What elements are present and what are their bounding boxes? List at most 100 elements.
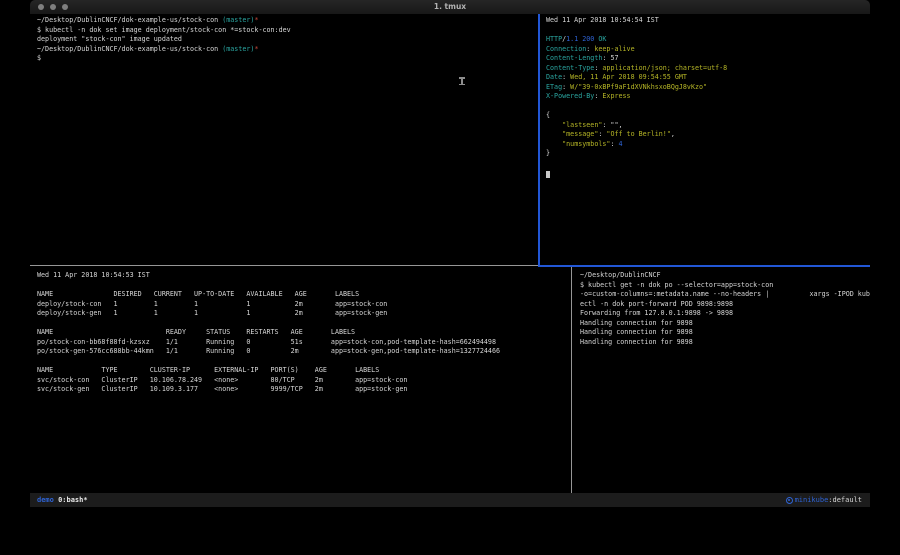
status-left: demo 0:bash* xyxy=(37,493,88,507)
terminal-line: po/stock-con-bb68f88fd-kzsxz 1/1 Running… xyxy=(37,338,571,348)
terminal-text-segment: Content-Type xyxy=(546,64,594,72)
terminal-text-segment: Express xyxy=(602,92,630,100)
traffic-lights xyxy=(38,4,68,10)
terminal-text-segment: 4 xyxy=(619,140,623,148)
terminal-line: X-Powered-By: Express xyxy=(546,92,868,102)
zoom-button[interactable] xyxy=(62,4,68,10)
kubernetes-icon xyxy=(786,497,793,504)
active-pane-border-vertical[interactable] xyxy=(538,14,540,267)
terminal-line: "message": "Off to Berlin!", xyxy=(546,130,868,140)
terminal-text-segment: (master) xyxy=(222,16,254,24)
terminal-text-segment: ~/Desktop/DublinCNCF/dok-example-us/stoc… xyxy=(37,45,222,53)
terminal-line: NAME TYPE CLUSTER-IP EXTERNAL-IP PORT(S)… xyxy=(37,366,571,376)
terminal-line: "numsymbols": 4 xyxy=(546,140,868,150)
terminal-text-segment: "Off to Berlin!" xyxy=(606,130,670,138)
active-pane-border-horizontal[interactable] xyxy=(538,265,870,267)
terminal-line xyxy=(37,281,571,291)
terminal-line: svc/stock-con ClusterIP 10.106.78.249 <n… xyxy=(37,376,571,386)
window-titlebar[interactable]: 1. tmux xyxy=(30,0,870,15)
terminal-text-segment: , xyxy=(671,130,675,138)
terminal-text-segment: Wed, 11 Apr 2018 09:54:55 GMT xyxy=(570,73,687,81)
terminal-window: 1. tmux ~/Desktop/DublinCNCF/dok-example… xyxy=(30,0,870,507)
terminal-line: ~/Desktop/DublinCNCF/dok-example-us/stoc… xyxy=(37,45,538,55)
desktop: { "window": { "title": "1. tmux" }, "col… xyxy=(0,0,900,555)
terminal-text-segment: (master) xyxy=(222,45,254,53)
terminal-line xyxy=(37,319,571,329)
terminal-line: Forwarding from 127.0.0.1:9898 -> 9898 xyxy=(580,309,870,319)
terminal-text-segment: "lastseen" xyxy=(562,121,602,129)
terminal-text-segment: ETag xyxy=(546,83,562,91)
terminal-text-segment: X-Powered-By xyxy=(546,92,594,100)
terminal-text-segment: * xyxy=(254,16,258,24)
tmux-status-bar: demo 0:bash* minikube :default xyxy=(30,493,870,507)
terminal-line: ectl -n dok port-forward POD 9898:9898 xyxy=(580,300,870,310)
terminal-text-segment xyxy=(546,121,562,129)
kube-context: minikube xyxy=(795,493,829,507)
pane-bottom-left-kubectl-get[interactable]: Wed 11 Apr 2018 10:54:53 IST NAME DESIRE… xyxy=(30,269,571,493)
terminal-line xyxy=(546,102,868,112)
terminal-text-segment: 57 xyxy=(610,54,618,62)
terminal-line: "lastseen": "", xyxy=(546,121,868,131)
terminal-text-segment: W/"39-0xBPf9aF1dXVNkhsxoBQgJ8vKzo" xyxy=(570,83,707,91)
terminal-text-segment: : "", xyxy=(602,121,622,129)
cursor-block xyxy=(546,171,550,178)
terminal-text-segment: "numsymbols" xyxy=(562,140,610,148)
terminal-line: Wed 11 Apr 2018 10:54:54 IST xyxy=(546,16,868,26)
terminal-line: { xyxy=(546,111,868,121)
terminal-text-segment: : xyxy=(562,73,570,81)
pane-bottom-right-port-forward[interactable]: ~/Desktop/DublinCNCF$ kubectl get -n dok… xyxy=(576,269,870,493)
terminal-text-segment: * xyxy=(254,45,258,53)
pane-divider-vertical[interactable] xyxy=(571,267,572,493)
terminal-text-segment: OK xyxy=(598,35,606,43)
minimize-button[interactable] xyxy=(50,4,56,10)
terminal-line: svc/stock-gen ClusterIP 10.109.3.177 <no… xyxy=(37,385,571,395)
pane-divider-horizontal[interactable] xyxy=(30,265,538,266)
terminal-text-segment: Connection xyxy=(546,45,586,53)
terminal-line: Content-Length: 57 xyxy=(546,54,868,64)
terminal-line xyxy=(546,26,868,36)
terminal-line: Handling connection for 9898 xyxy=(580,319,870,329)
terminal-text-segment: HTTP xyxy=(546,35,562,43)
terminal-line xyxy=(546,159,868,169)
window-title: 1. tmux xyxy=(30,0,870,14)
terminal-text-segment: 1.1 200 xyxy=(566,35,594,43)
terminal-line: Date: Wed, 11 Apr 2018 09:54:55 GMT xyxy=(546,73,868,83)
terminal-line: ETag: W/"39-0xBPf9aF1dXVNkhsxoBQgJ8vKzo" xyxy=(546,83,868,93)
terminal-text-segment: Content-Length xyxy=(546,54,602,62)
terminal-line: po/stock-gen-576cc688bb-44kmn 1/1 Runnin… xyxy=(37,347,571,357)
status-right: minikube :default xyxy=(786,493,862,507)
mouse-ibeam-cursor xyxy=(461,77,463,85)
pane-top-left-shell[interactable]: ~/Desktop/DublinCNCF/dok-example-us/stoc… xyxy=(30,14,538,266)
terminal-line: NAME DESIRED CURRENT UP-TO-DATE AVAILABL… xyxy=(37,290,571,300)
terminal-line: } xyxy=(546,149,868,159)
terminal-line: NAME READY STATUS RESTARTS AGE LABELS xyxy=(37,328,571,338)
terminal-text-segment: : xyxy=(562,83,570,91)
terminal-line: Handling connection for 9898 xyxy=(580,328,870,338)
terminal-line: deploy/stock-con 1 1 1 1 2m app=stock-co… xyxy=(37,300,571,310)
terminal-line: $ kubectl -n dok set image deployment/st… xyxy=(37,26,538,36)
terminal-line: $ xyxy=(37,54,538,64)
terminal-text-segment: keep-alive xyxy=(594,45,634,53)
terminal-text-segment: "message" xyxy=(562,130,598,138)
terminal-line: Wed 11 Apr 2018 10:54:53 IST xyxy=(37,271,571,281)
terminal-line: Connection: keep-alive xyxy=(546,45,868,55)
session-name[interactable]: demo xyxy=(37,496,54,504)
window-tab-bash[interactable]: 0:bash* xyxy=(54,496,88,504)
terminal-text-segment: application/json; charset=utf-8 xyxy=(602,64,727,72)
terminal-line: ~/Desktop/DublinCNCF/dok-example-us/stoc… xyxy=(37,16,538,26)
close-button[interactable] xyxy=(38,4,44,10)
terminal-line xyxy=(37,357,571,367)
cursor-line xyxy=(546,169,550,179)
terminal-line: deploy/stock-gen 1 1 1 1 2m app=stock-ge… xyxy=(37,309,571,319)
terminal-text-segment xyxy=(546,140,562,148)
terminal-text-segment: Date xyxy=(546,73,562,81)
terminal-line: Handling connection for 9898 xyxy=(580,338,870,348)
terminal-text-segment: ~/Desktop/DublinCNCF/dok-example-us/stoc… xyxy=(37,16,222,24)
terminal-line: HTTP/1.1 200 OK xyxy=(546,35,868,45)
terminal-line: deployment "stock-con" image updated xyxy=(37,35,538,45)
pane-top-right-http-response[interactable]: Wed 11 Apr 2018 10:54:54 IST HTTP/1.1 20… xyxy=(542,14,868,266)
terminal-line: -o=custom-columns=:metadata.name --no-he… xyxy=(580,290,870,300)
terminal-line: Content-Type: application/json; charset=… xyxy=(546,64,868,74)
terminal-text-segment: : xyxy=(610,140,618,148)
terminal-line: $ kubectl get -n dok po --selector=app=s… xyxy=(580,281,870,291)
